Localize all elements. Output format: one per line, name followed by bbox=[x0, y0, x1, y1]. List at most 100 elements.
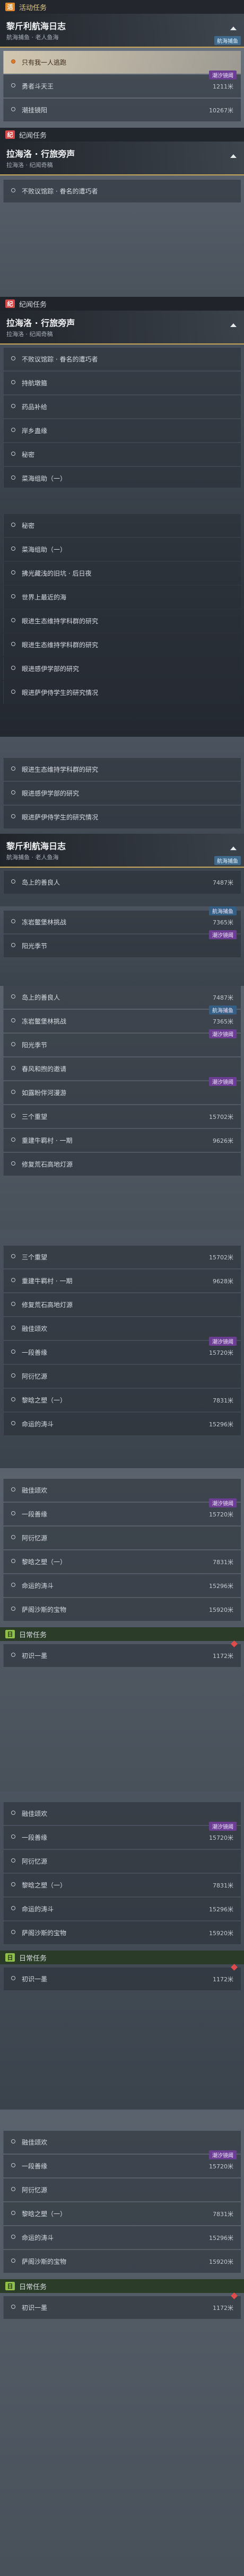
quest-row[interactable]: 菜海组助（一） bbox=[3, 538, 241, 561]
panel-segment-5: 冻岩鳖堡林挑战 航海捕鱼 7365米 阳光季节 潮汐镜阈 bbox=[0, 906, 244, 986]
section-header-chronicle[interactable]: 纪 纪闻任务 bbox=[0, 128, 244, 142]
quest-row[interactable]: 眼进萨伊侍学生的研究情况 bbox=[3, 681, 241, 704]
tracking-dot-icon bbox=[11, 1421, 15, 1425]
quest-row[interactable]: 岛上的善良人 7487米 bbox=[3, 871, 241, 894]
quest-row[interactable]: 菜海组助（一） bbox=[3, 467, 241, 488]
quest-row[interactable]: 命运的涛斗 15296米 bbox=[3, 1413, 241, 1435]
tracking-dot-icon bbox=[11, 2187, 15, 2191]
tracking-dot-icon bbox=[11, 1906, 15, 1910]
section-header-daily[interactable]: 日 日常任务 bbox=[0, 2279, 244, 2293]
quest-row[interactable]: 黎晗之塑（一） 7831米 bbox=[3, 2202, 241, 2225]
quest-tracker-scroll[interactable]: 活 活动任务 黎斤利航海日志 航海捕鱼 · 老人鱼海 航海捕鱼 只有我一人逃跑 … bbox=[0, 0, 244, 2576]
quest-row[interactable]: 如露盼伴河漫游 潮汐镜阈 bbox=[3, 1077, 241, 1104]
quest-row[interactable]: 阿衍忆源 bbox=[3, 1850, 241, 1873]
quest-row[interactable]: 秘密 bbox=[3, 514, 241, 537]
quest-header-1[interactable]: 黎斤利航海日志 航海捕鱼 · 老人鱼海 航海捕鱼 bbox=[0, 834, 244, 868]
section-header-chronicle[interactable]: 纪 纪闻任务 bbox=[0, 297, 244, 311]
tracking-dot-icon bbox=[11, 1349, 15, 1354]
quest-row[interactable]: 修复荒石高地灯源 bbox=[3, 1293, 241, 1316]
quest-row[interactable]: 黎晗之塑（一） 7831米 bbox=[3, 1874, 241, 1896]
collapse-arrow-icon[interactable] bbox=[230, 323, 237, 327]
quest-row[interactable]: 萨阁沙斯的宝物 15920米 bbox=[3, 2250, 241, 2273]
tracking-dot-icon bbox=[11, 1653, 15, 1657]
quest-row[interactable]: 融佳颂欢 bbox=[3, 1802, 241, 1825]
tracking-dot-icon bbox=[11, 2211, 15, 2215]
quest-row[interactable]: 只有我一人逃跑 bbox=[3, 51, 241, 74]
quest-row[interactable]: 阿衍忆源 bbox=[3, 1527, 241, 1549]
quest-row[interactable]: 三个重望 15702米 bbox=[3, 1246, 241, 1268]
active-quest-icon: 活 bbox=[5, 3, 15, 11]
tracking-dot-icon bbox=[11, 1302, 15, 1306]
quest-row[interactable]: 拂光藏浅的旧坑 · 后日夜 bbox=[3, 562, 241, 585]
quest-row[interactable]: 潮挂镜阳 10267米 bbox=[3, 99, 241, 121]
quest-row[interactable]: 药品补给 bbox=[3, 395, 241, 418]
tracking-dot-icon bbox=[11, 1535, 15, 1539]
quest-row[interactable]: 眼进生态维持学科群的研究 bbox=[3, 610, 241, 632]
quest-row[interactable]: 命运的涛斗 15296米 bbox=[3, 1574, 241, 1597]
quest-header-2[interactable]: 拉海洛 · 行旅旁声 拉海洛 · 纪闻奇稿 bbox=[0, 311, 244, 345]
quest-row[interactable]: 不败议馆踪 · 眷名的遭巧者 bbox=[3, 180, 241, 202]
tracking-dot-icon bbox=[11, 475, 15, 480]
tracking-dot-icon bbox=[11, 1834, 15, 1839]
quest-row[interactable]: 命运的涛斗 15296米 bbox=[3, 2226, 241, 2249]
quest-row[interactable]: 眼进萨伊侍学生的研究情况 bbox=[3, 806, 241, 828]
tracking-dot-icon bbox=[11, 814, 15, 818]
tracking-dot-icon bbox=[11, 59, 15, 64]
quest-row[interactable]: 不败议馆踪 · 眷名的遭巧者 bbox=[3, 348, 241, 370]
quest-row[interactable]: 阳光季节 潮汐镜阈 bbox=[3, 930, 241, 957]
quest-row[interactable]: 初识一墨 1172米 bbox=[3, 1964, 241, 1990]
chronicle-icon: 纪 bbox=[5, 299, 15, 308]
quest-row[interactable]: 一段善缘 潮汐镜阈 15720米 bbox=[3, 2150, 241, 2177]
quest-row[interactable]: 重建牛羁村 · 一期 9626米 bbox=[3, 1129, 241, 1152]
quest-row[interactable]: 黎晗之塑（一） 7831米 bbox=[3, 1389, 241, 1411]
quest-row[interactable]: 阳光季节 潮汐镜阈 bbox=[3, 1029, 241, 1056]
tracking-dot-icon bbox=[11, 1373, 15, 1378]
distance-label: 1211米 bbox=[213, 83, 233, 90]
section-header-daily[interactable]: 日 日常任务 bbox=[0, 1627, 244, 1641]
quest-row[interactable]: 三个重望 15702米 bbox=[3, 1105, 241, 1128]
quest-row[interactable]: 一段善缘 潮汐镜阈 15720米 bbox=[3, 1822, 241, 1849]
quest-row[interactable]: 修复荒石高地灯源 bbox=[3, 1153, 241, 1176]
quest-row[interactable]: 一段善缘 潮汐镜阈 15720米 bbox=[3, 1498, 241, 1525]
daily-quest-icon: 日 bbox=[5, 2282, 15, 2290]
quest-row[interactable]: 冻岩鳖堡林挑战 航海捕鱼 7365米 bbox=[3, 906, 241, 933]
collapse-arrow-icon[interactable] bbox=[230, 846, 237, 850]
tracking-dot-icon bbox=[11, 83, 15, 87]
quest-row[interactable]: 阿衍忆源 bbox=[3, 1365, 241, 1388]
collapse-arrow-icon[interactable] bbox=[230, 27, 237, 30]
quest-row[interactable]: 融佳颂欢 bbox=[3, 1317, 241, 1340]
quest-row[interactable]: 命运的涛斗 15296米 bbox=[3, 1898, 241, 1920]
quest-row[interactable]: 眼进生态维持学科群的研究 bbox=[3, 633, 241, 656]
quest-row[interactable]: 一段善缘 潮汐镜阈 15720米 bbox=[3, 1337, 241, 1364]
quest-row[interactable]: 岸乡蛊缘 bbox=[3, 419, 241, 442]
quest-row[interactable]: 萨阁沙斯的宝物 15920米 bbox=[3, 1598, 241, 1621]
quest-row[interactable]: 冻岩鳖堡林挑战 航海捕鱼 7365米 bbox=[3, 1005, 241, 1033]
quest-row[interactable]: 眼进感伊学部的研究 bbox=[3, 657, 241, 680]
quest-row[interactable]: 世界上最近的海 bbox=[3, 586, 241, 608]
quest-row[interactable]: 萨阁沙斯的宝物 15920米 bbox=[3, 1921, 241, 1944]
quest-header-1[interactable]: 黎斤利航海日志 航海捕鱼 · 老人鱼海 航海捕鱼 bbox=[0, 14, 244, 48]
collapse-arrow-icon[interactable] bbox=[230, 154, 237, 158]
quest-row[interactable]: 黎晗之塑（一） 7831米 bbox=[3, 1550, 241, 1573]
quest-row[interactable]: 重建牛羁村 · 一期 9628米 bbox=[3, 1269, 241, 1292]
quest-row[interactable]: 初识一墨 1172米 bbox=[3, 1640, 241, 1667]
quest-row[interactable]: 阿衍忆源 bbox=[3, 2178, 241, 2201]
quest-row[interactable]: 融佳颂欢 bbox=[3, 1479, 241, 1502]
tracking-dot-icon bbox=[11, 356, 15, 360]
quest-row[interactable]: 持航墩箍 bbox=[3, 372, 241, 394]
tracking-dot-icon bbox=[11, 1487, 15, 1492]
quest-row[interactable]: 秘密 bbox=[3, 443, 241, 466]
section-title: 活动任务 bbox=[19, 4, 47, 12]
quest-row[interactable]: 勇者斗天王 潮汐镜阈 1211米 bbox=[3, 70, 241, 98]
quest-row[interactable]: 眼进生态维持学科群的研究 bbox=[3, 758, 241, 781]
section-header-daily[interactable]: 日 日常任务 bbox=[0, 1951, 244, 1964]
tracking-dot-icon bbox=[11, 523, 15, 527]
quest-row[interactable]: 岛上的善良人 7487米 bbox=[3, 986, 241, 1009]
quest-row[interactable]: 初识一墨 1172米 bbox=[3, 2292, 241, 2319]
quest-row[interactable]: 春风和煦的邀请 bbox=[3, 1057, 241, 1080]
section-header-active[interactable]: 活 活动任务 bbox=[0, 0, 244, 14]
quest-row[interactable]: 眼进感伊学部的研究 bbox=[3, 782, 241, 805]
panel-segment-10: 融佳颂欢 一段善缘 潮汐镜阈 15720米 阿衍忆源 黎晗之塑（一） 7831米 命运… bbox=[0, 2110, 244, 2576]
quest-header-2[interactable]: 拉海洛 · 行旅旁声 拉海洛 · 纪闻奇稿 bbox=[0, 142, 244, 175]
quest-row[interactable]: 融佳颂欢 bbox=[3, 2131, 241, 2154]
